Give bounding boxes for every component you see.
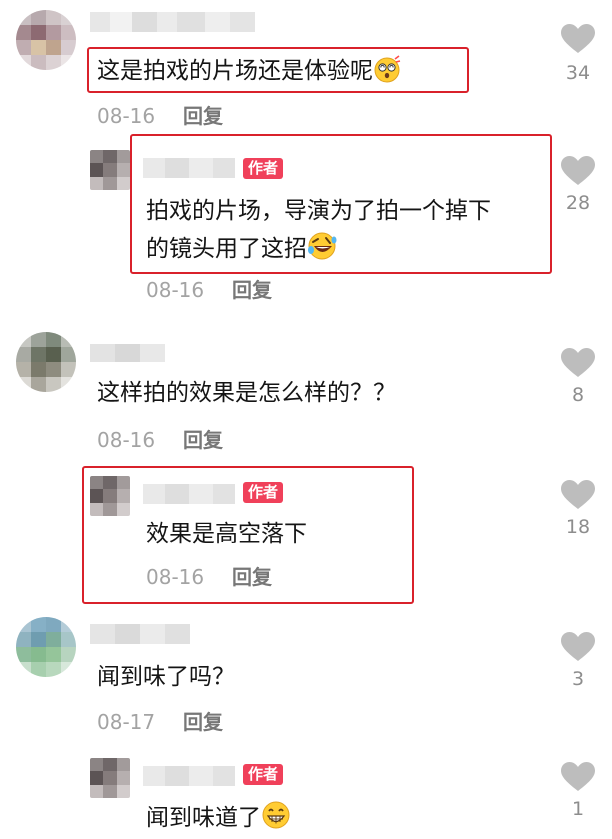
username[interactable] <box>143 484 235 504</box>
like-button[interactable]: 8 <box>558 348 598 406</box>
heart-icon <box>561 348 595 377</box>
reply-button[interactable]: 回复 <box>183 428 223 452</box>
reply-date: 08-16 <box>146 565 205 589</box>
reply-text: 闻到味道了 <box>146 800 291 833</box>
heart-icon <box>561 762 595 791</box>
like-button[interactable]: 34 <box>558 24 598 84</box>
reply-text-line-2-content: 的镜头用了这招 <box>146 236 307 262</box>
avatar[interactable] <box>16 10 76 70</box>
like-button[interactable]: 28 <box>558 156 598 214</box>
reply-text-content: 闻到味道了 <box>146 805 261 831</box>
comment-text: 闻到味了吗？ <box>97 664 235 690</box>
heart-icon <box>561 24 595 53</box>
author-badge: 作者 <box>243 158 284 179</box>
avatar[interactable] <box>90 758 130 798</box>
comment-text: 这是拍戏的片场还是体验呢 <box>97 55 401 86</box>
comment-date: 08-16 <box>97 428 156 452</box>
grinning-face-emoji <box>262 801 290 829</box>
comment-text: 这样拍的效果是怎么样的？？ <box>97 380 396 406</box>
reply-text-line-1: 拍戏的片场，导演为了拍一个掉下 <box>146 198 491 224</box>
like-count: 34 <box>565 62 591 84</box>
like-button[interactable]: 18 <box>558 480 598 538</box>
username[interactable] <box>143 766 235 786</box>
avatar[interactable] <box>90 476 130 516</box>
heart-icon <box>561 480 595 509</box>
reply-text: 效果是高空落下 <box>146 521 307 547</box>
avatar[interactable] <box>16 617 76 677</box>
like-count: 8 <box>571 384 585 406</box>
author-badge: 作者 <box>243 482 284 503</box>
reply-button[interactable]: 回复 <box>183 710 223 734</box>
username[interactable] <box>90 12 255 32</box>
heart-icon <box>561 632 595 661</box>
like-count: 18 <box>565 516 591 538</box>
username[interactable] <box>90 624 190 644</box>
like-count: 1 <box>571 798 585 820</box>
like-button[interactable]: 3 <box>558 632 598 690</box>
comment-text-content: 这是拍戏的片场还是体验呢 <box>97 58 373 84</box>
avatar[interactable] <box>16 332 76 392</box>
comment-date: 08-17 <box>97 710 156 734</box>
username[interactable] <box>90 344 165 362</box>
reply-button[interactable]: 回复 <box>232 565 272 589</box>
comment-date: 08-16 <box>97 104 156 128</box>
like-button[interactable]: 1 <box>558 762 598 820</box>
reply-button[interactable]: 回复 <box>183 104 223 128</box>
like-count: 3 <box>571 668 585 690</box>
author-badge: 作者 <box>243 764 284 785</box>
like-count: 28 <box>565 192 591 214</box>
reply-button[interactable]: 回复 <box>232 278 272 302</box>
heart-icon <box>561 156 595 185</box>
reply-date: 08-16 <box>146 278 205 302</box>
username[interactable] <box>143 158 235 178</box>
avatar[interactable] <box>90 150 130 190</box>
rolling-laughing-emoji <box>308 232 337 260</box>
dizzy-face-emoji <box>374 55 401 83</box>
reply-text-line-2: 的镜头用了这招 <box>146 231 337 264</box>
